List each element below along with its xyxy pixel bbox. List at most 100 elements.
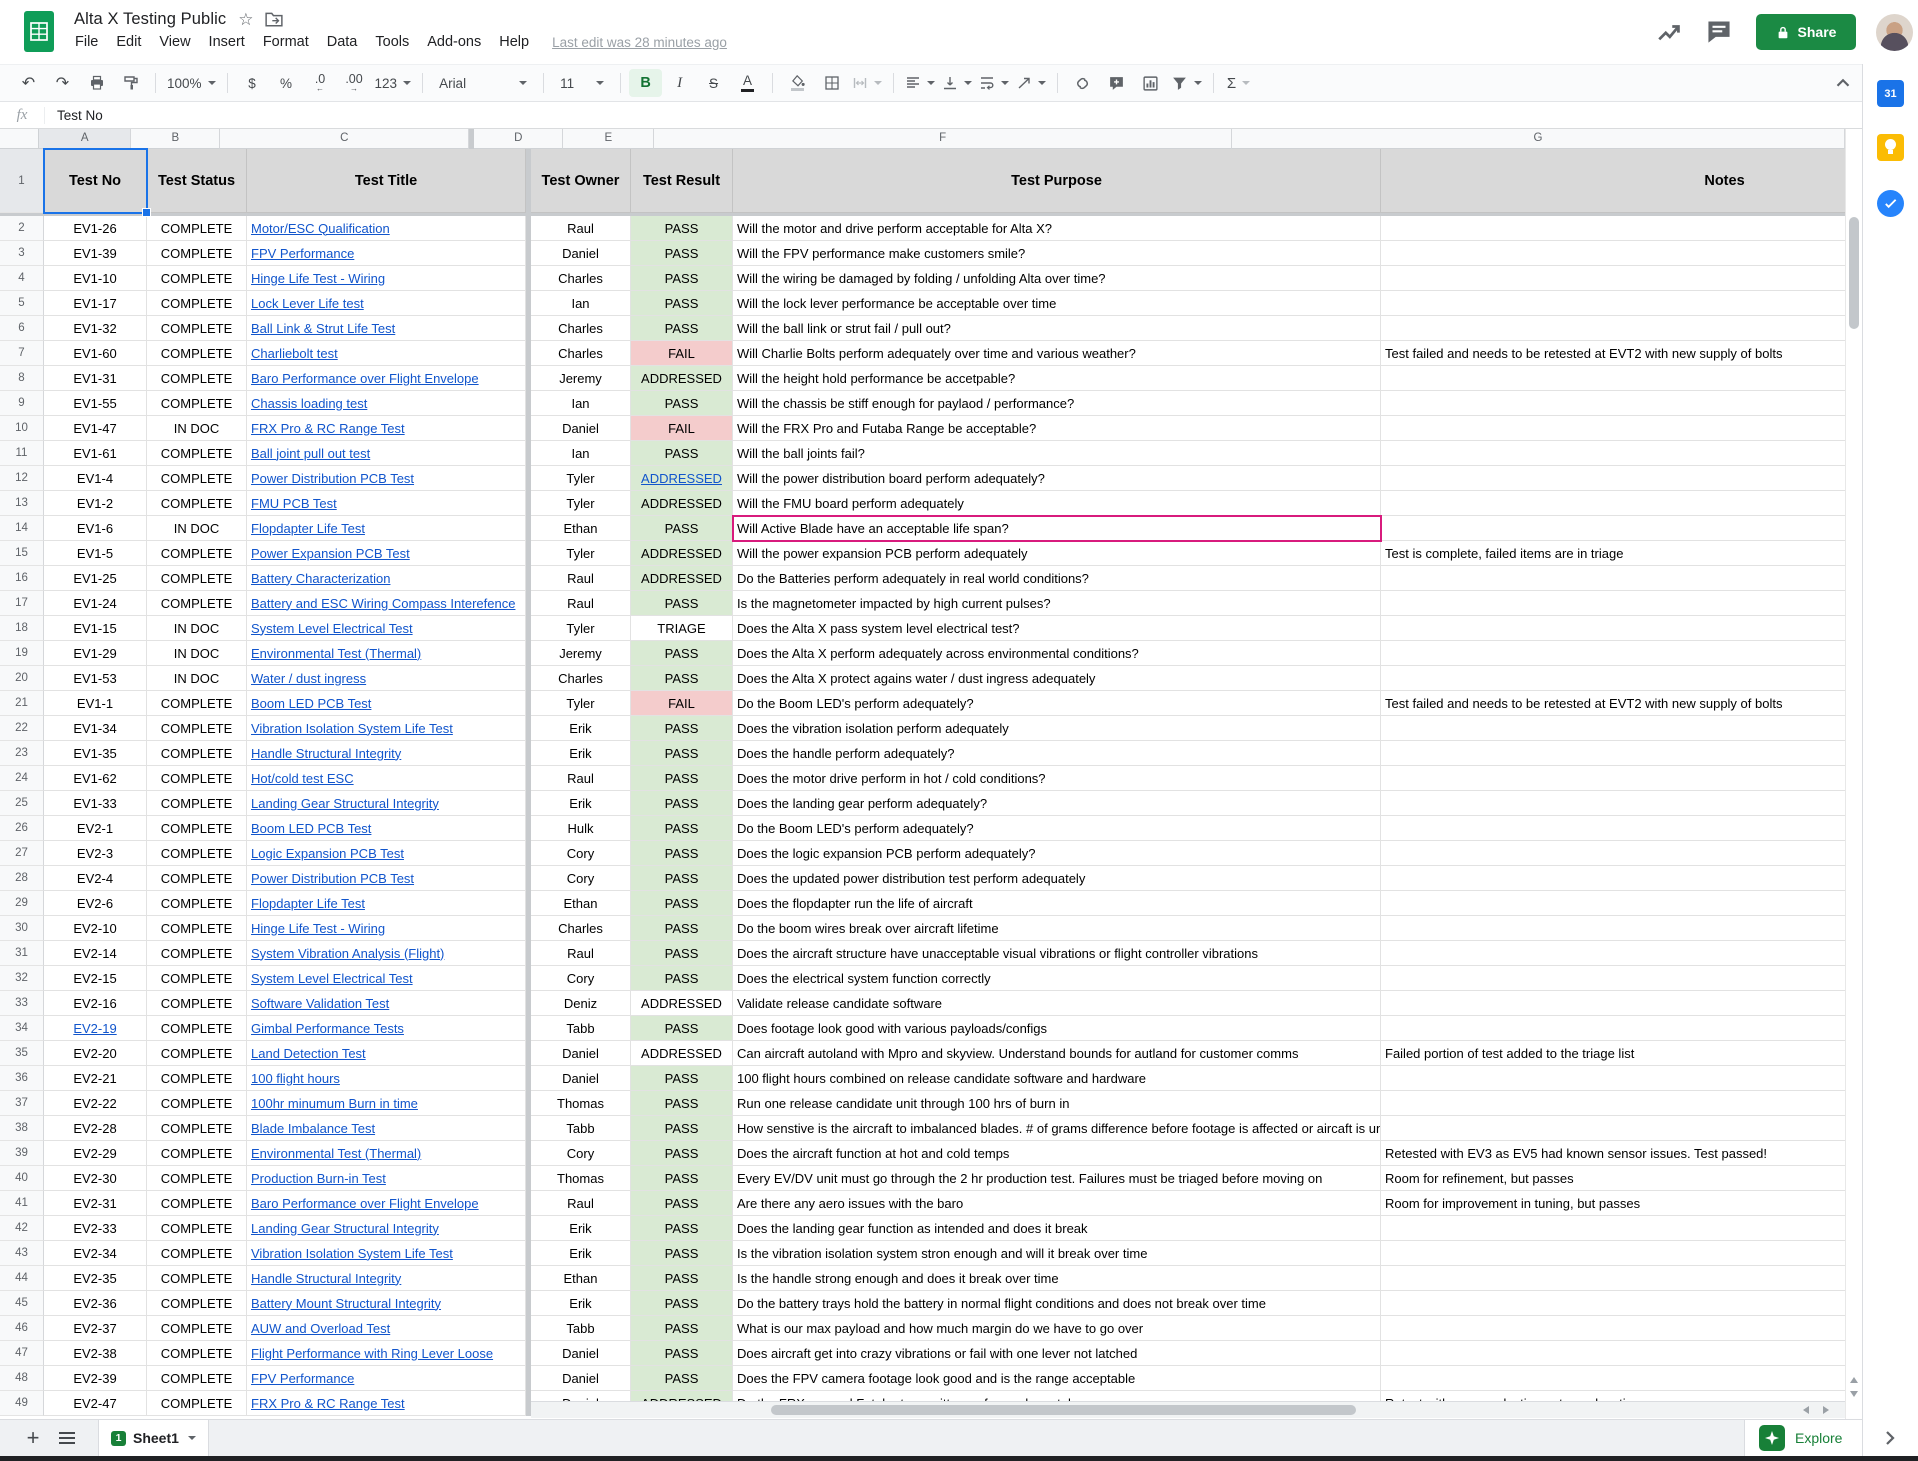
cell-E41[interactable]: PASS bbox=[631, 1191, 733, 1216]
cell-F27[interactable]: Does the logic expansion PCB perform ade… bbox=[733, 841, 1381, 866]
cell-G11[interactable] bbox=[1381, 441, 1845, 466]
cell-A22[interactable]: EV1-34 bbox=[44, 716, 147, 741]
cell-D11[interactable]: Ian bbox=[531, 441, 631, 466]
cell-F25[interactable]: Does the landing gear perform adequately… bbox=[733, 791, 1381, 816]
cell-A42[interactable]: EV2-33 bbox=[44, 1216, 147, 1241]
cell-D42[interactable]: Erik bbox=[531, 1216, 631, 1241]
cell-C7[interactable]: Charliebolt test bbox=[247, 341, 526, 366]
row-header-47[interactable]: 47 bbox=[0, 1341, 44, 1366]
row-header-30[interactable]: 30 bbox=[0, 916, 44, 941]
cell-D7[interactable]: Charles bbox=[531, 341, 631, 366]
cell-A41[interactable]: EV2-31 bbox=[44, 1191, 147, 1216]
cell-C12[interactable]: Power Distribution PCB Test bbox=[247, 466, 526, 491]
menu-view[interactable]: View bbox=[150, 31, 199, 53]
cell-B31[interactable]: COMPLETE bbox=[147, 941, 247, 966]
cell-A29[interactable]: EV2-6 bbox=[44, 891, 147, 916]
row-header-19[interactable]: 19 bbox=[0, 641, 44, 666]
cell-C35[interactable]: Land Detection Test bbox=[247, 1041, 526, 1066]
row-header-40[interactable]: 40 bbox=[0, 1166, 44, 1191]
cell-C6[interactable]: Ball Link & Strut Life Test bbox=[247, 316, 526, 341]
cell-G17[interactable] bbox=[1381, 591, 1845, 616]
cell-G32[interactable] bbox=[1381, 966, 1845, 991]
cell-D12[interactable]: Tyler bbox=[531, 466, 631, 491]
cell-D19[interactable]: Jeremy bbox=[531, 641, 631, 666]
cell-A10[interactable]: EV1-47 bbox=[44, 416, 147, 441]
cell-B7[interactable]: COMPLETE bbox=[147, 341, 247, 366]
cell-B45[interactable]: COMPLETE bbox=[147, 1291, 247, 1316]
cell-F24[interactable]: Does the motor drive perform in hot / co… bbox=[733, 766, 1381, 791]
cell-B12[interactable]: COMPLETE bbox=[147, 466, 247, 491]
cell-E6[interactable]: PASS bbox=[631, 316, 733, 341]
cell-D28[interactable]: Cory bbox=[531, 866, 631, 891]
cell-A28[interactable]: EV2-4 bbox=[44, 866, 147, 891]
cell-C11[interactable]: Ball joint pull out test bbox=[247, 441, 526, 466]
increase-decimal-button[interactable]: .00→ bbox=[338, 69, 371, 97]
cell-B24[interactable]: COMPLETE bbox=[147, 766, 247, 791]
row-header-35[interactable]: 35 bbox=[0, 1041, 44, 1066]
row-header-16[interactable]: 16 bbox=[0, 566, 44, 591]
cell-C22[interactable]: Vibration Isolation System Life Test bbox=[247, 716, 526, 741]
cell-C47[interactable]: Flight Performance with Ring Lever Loose bbox=[247, 1341, 526, 1366]
row-header-18[interactable]: 18 bbox=[0, 616, 44, 641]
cell-D25[interactable]: Erik bbox=[531, 791, 631, 816]
cell-C25[interactable]: Landing Gear Structural Integrity bbox=[247, 791, 526, 816]
explore-button[interactable]: Explore bbox=[1744, 1420, 1862, 1456]
cell-C18[interactable]: System Level Electrical Test bbox=[247, 616, 526, 641]
cell-F11[interactable]: Will the ball joints fail? bbox=[733, 441, 1381, 466]
select-all-corner[interactable] bbox=[0, 129, 39, 149]
row-header-33[interactable]: 33 bbox=[0, 991, 44, 1016]
cell-C14[interactable]: Flopdapter Life Test bbox=[247, 516, 526, 541]
cell-B29[interactable]: COMPLETE bbox=[147, 891, 247, 916]
cell-B44[interactable]: COMPLETE bbox=[147, 1266, 247, 1291]
cell-A20[interactable]: EV1-53 bbox=[44, 666, 147, 691]
row-header-45[interactable]: 45 bbox=[0, 1291, 44, 1316]
cell-B19[interactable]: IN DOC bbox=[147, 641, 247, 666]
cell-E21[interactable]: FAIL bbox=[631, 691, 733, 716]
cell-B2[interactable]: COMPLETE bbox=[147, 216, 247, 241]
paint-format-button[interactable] bbox=[114, 69, 147, 97]
cell-C21[interactable]: Boom LED PCB Test bbox=[247, 691, 526, 716]
cell-G25[interactable] bbox=[1381, 791, 1845, 816]
row-header-27[interactable]: 27 bbox=[0, 841, 44, 866]
scroll-up-icon[interactable] bbox=[1850, 1377, 1858, 1383]
cell-G36[interactable] bbox=[1381, 1066, 1845, 1091]
cell-G35[interactable]: Failed portion of test added to the tria… bbox=[1381, 1041, 1845, 1066]
cell-G39[interactable]: Retested with EV3 as EV5 had known senso… bbox=[1381, 1141, 1845, 1166]
cell-G47[interactable] bbox=[1381, 1341, 1845, 1366]
cell-F46[interactable]: What is our max payload and how much mar… bbox=[733, 1316, 1381, 1341]
cell-A1[interactable]: Test No bbox=[44, 149, 147, 213]
cell-F41[interactable]: Are there any aero issues with the baro bbox=[733, 1191, 1381, 1216]
scroll-down-icon[interactable] bbox=[1850, 1391, 1858, 1397]
cell-A25[interactable]: EV1-33 bbox=[44, 791, 147, 816]
column-header-B[interactable]: B bbox=[131, 129, 220, 149]
functions-button[interactable]: Σ bbox=[1222, 69, 1255, 97]
cell-E37[interactable]: PASS bbox=[631, 1091, 733, 1116]
cell-E5[interactable]: PASS bbox=[631, 291, 733, 316]
cell-E8[interactable]: ADDRESSED bbox=[631, 366, 733, 391]
cell-F34[interactable]: Does footage look good with various payl… bbox=[733, 1016, 1381, 1041]
cell-F22[interactable]: Does the vibration isolation perform ade… bbox=[733, 716, 1381, 741]
cell-B8[interactable]: COMPLETE bbox=[147, 366, 247, 391]
row-header-4[interactable]: 4 bbox=[0, 266, 44, 291]
row-header-13[interactable]: 13 bbox=[0, 491, 44, 516]
row-header-36[interactable]: 36 bbox=[0, 1066, 44, 1091]
share-button[interactable]: Share bbox=[1756, 14, 1856, 50]
cell-B17[interactable]: COMPLETE bbox=[147, 591, 247, 616]
row-header-37[interactable]: 37 bbox=[0, 1091, 44, 1116]
cell-F42[interactable]: Does the landing gear function as intend… bbox=[733, 1216, 1381, 1241]
menu-data[interactable]: Data bbox=[318, 31, 367, 53]
cell-C13[interactable]: FMU PCB Test bbox=[247, 491, 526, 516]
cell-B9[interactable]: COMPLETE bbox=[147, 391, 247, 416]
cell-F17[interactable]: Is the magnetometer impacted by high cur… bbox=[733, 591, 1381, 616]
cell-G16[interactable] bbox=[1381, 566, 1845, 591]
cell-A45[interactable]: EV2-36 bbox=[44, 1291, 147, 1316]
format-currency-button[interactable]: $ bbox=[236, 69, 269, 97]
cell-D21[interactable]: Tyler bbox=[531, 691, 631, 716]
cell-A15[interactable]: EV1-5 bbox=[44, 541, 147, 566]
cell-D1[interactable]: Test Owner bbox=[531, 149, 631, 213]
cell-A39[interactable]: EV2-29 bbox=[44, 1141, 147, 1166]
cell-C16[interactable]: Battery Characterization bbox=[247, 566, 526, 591]
cell-A3[interactable]: EV1-39 bbox=[44, 241, 147, 266]
decrease-decimal-button[interactable]: .0← bbox=[304, 69, 337, 97]
cell-B34[interactable]: COMPLETE bbox=[147, 1016, 247, 1041]
